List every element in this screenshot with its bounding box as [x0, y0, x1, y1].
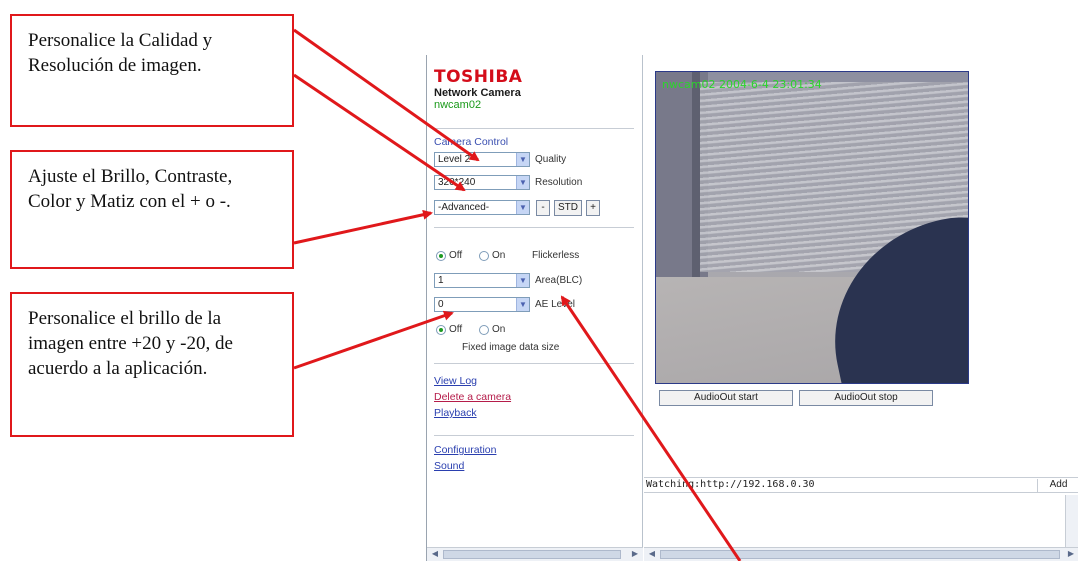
watching-url: Watching:http://192.168.0.30 — [646, 479, 815, 490]
brand-block: TOSHIBA Network Camera nwcam02 — [434, 68, 522, 112]
fixed-size-on-label: On — [492, 324, 506, 335]
scroll-left-icon[interactable]: ◀ — [646, 549, 658, 560]
chevron-down-icon[interactable]: ▼ — [516, 298, 529, 311]
scroll-left-icon[interactable]: ◀ — [429, 549, 441, 560]
camera-name: nwcam02 — [434, 99, 482, 111]
main-horizontal-scrollbar[interactable]: ◀ ▶ — [644, 547, 1078, 561]
quality-value: Level 2 — [438, 154, 471, 165]
callout-brightness-contrast: Ajuste el Brillo, Contraste, Color y Mat… — [10, 150, 294, 269]
std-button[interactable]: STD — [554, 200, 582, 216]
plus-button[interactable]: + — [586, 200, 600, 216]
sidebar-horizontal-scrollbar[interactable]: ◀ ▶ — [427, 547, 643, 561]
divider — [434, 128, 634, 129]
fixed-size-off-label: Off — [449, 324, 463, 335]
resolution-select[interactable]: 320*240 ▼ — [434, 175, 530, 190]
resolution-label: Resolution — [535, 177, 583, 188]
audio-out-stop-button[interactable]: AudioOut stop — [799, 390, 933, 406]
chevron-down-icon[interactable]: ▼ — [516, 176, 529, 189]
scroll-right-icon[interactable]: ▶ — [629, 549, 641, 560]
quality-select[interactable]: Level 2 ▼ — [434, 152, 530, 167]
divider — [434, 435, 634, 436]
ae-level-select[interactable]: 0 ▼ — [434, 297, 530, 312]
add-button[interactable]: Add — [1037, 479, 1078, 492]
area-blc-select[interactable]: 1 ▼ — [434, 273, 530, 288]
flickerless-on-label: On — [492, 250, 506, 261]
chevron-down-icon[interactable]: ▼ — [516, 274, 529, 287]
configuration-link[interactable]: Configuration — [434, 444, 496, 456]
resolution-value: 320*240 — [438, 177, 476, 188]
flickerless-off-radio[interactable] — [436, 251, 446, 261]
product-name: Network Camera — [434, 87, 521, 99]
flickerless-label: Flickerless — [532, 250, 580, 261]
fixed-size-off-radio[interactable] — [436, 325, 446, 335]
ae-level-label: AE Level — [535, 299, 576, 310]
callout-quality-resolution: Personalice la Calidad y Resolución de i… — [10, 14, 294, 127]
control-sidebar: TOSHIBA Network Camera nwcam02 Camera Co… — [427, 55, 643, 561]
fixed-size-on-radio[interactable] — [479, 325, 489, 335]
vertical-scrollbar[interactable] — [1065, 495, 1078, 547]
callout-text: Personalice la Calidad y Resolución de i… — [28, 30, 213, 76]
quality-label: Quality — [535, 154, 567, 165]
chevron-down-icon[interactable]: ▼ — [516, 201, 529, 214]
audio-out-start-button[interactable]: AudioOut start — [659, 390, 793, 406]
ae-level-value: 0 — [438, 299, 444, 310]
video-scene-frame — [692, 72, 700, 302]
video-timestamp: nwcam02 2004-6-4 23:01:34 — [662, 78, 822, 91]
divider — [434, 227, 634, 228]
main-panel: nwcam02 2004-6-4 23:01:34 AudioOut start… — [644, 55, 1078, 561]
scroll-thumb[interactable] — [443, 550, 621, 559]
advanced-value: -Advanced- — [438, 202, 490, 213]
arrow-to-advanced — [293, 209, 433, 245]
camera-control-title: Camera Control — [434, 136, 509, 148]
area-blc-value: 1 — [438, 275, 444, 286]
flickerless-on-radio[interactable] — [479, 251, 489, 261]
delete-camera-link[interactable]: Delete a camera — [434, 391, 511, 403]
callout-text: Personalice el brillo de la imagen entre… — [28, 308, 233, 379]
playback-link[interactable]: Playback — [434, 407, 477, 419]
brand-logo: TOSHIBA — [434, 67, 523, 87]
area-blc-label: Area(BLC) — [535, 275, 583, 286]
fixed-size-label: Fixed image data size — [462, 342, 560, 353]
chevron-down-icon[interactable]: ▼ — [516, 153, 529, 166]
camera-app-window: TOSHIBA Network Camera nwcam02 Camera Co… — [426, 55, 1078, 561]
callout-text: Ajuste el Brillo, Contraste, Color y Mat… — [28, 166, 233, 212]
minus-button[interactable]: - — [536, 200, 550, 216]
divider — [434, 363, 634, 364]
callout-brightness-range: Personalice el brillo de la imagen entre… — [10, 292, 294, 437]
camera-video-feed: nwcam02 2004-6-4 23:01:34 — [655, 71, 969, 384]
watching-bar: Watching:http://192.168.0.30 Add — [644, 477, 1078, 493]
view-log-link[interactable]: View Log — [434, 375, 477, 387]
scroll-right-icon[interactable]: ▶ — [1065, 549, 1077, 560]
sound-link[interactable]: Sound — [434, 460, 464, 472]
scroll-thumb[interactable] — [660, 550, 1060, 559]
flickerless-off-label: Off — [449, 250, 463, 261]
advanced-select[interactable]: -Advanced- ▼ — [434, 200, 530, 215]
